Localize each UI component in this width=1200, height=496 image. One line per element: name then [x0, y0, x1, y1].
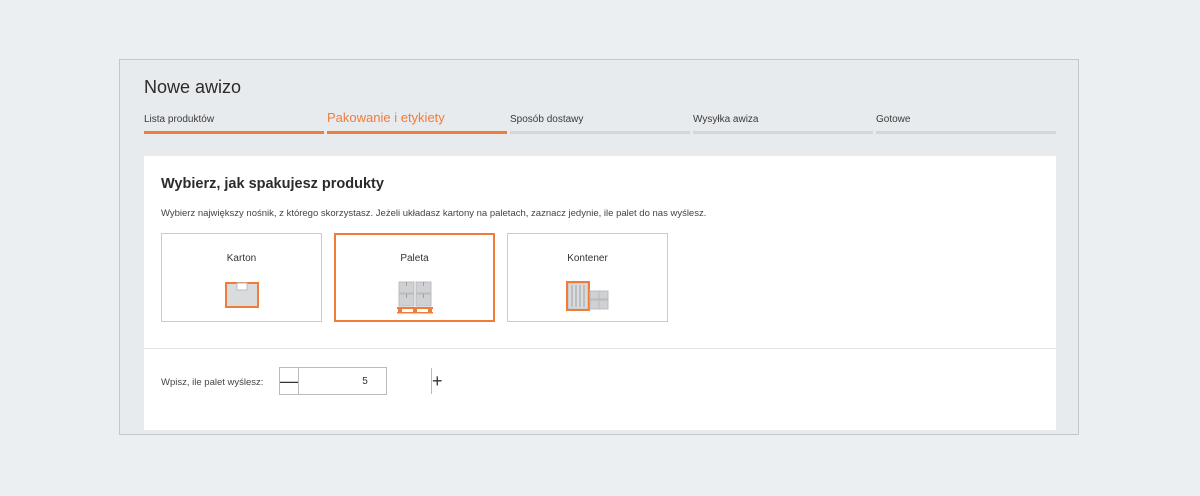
step-done[interactable]: Gotowe: [876, 106, 1056, 134]
option-box[interactable]: Karton: [161, 233, 322, 322]
pallet-count-label: Wpisz, ile palet wyślesz:: [161, 377, 264, 388]
pallet-quantity-input[interactable]: [299, 368, 431, 394]
option-label: Paleta: [400, 253, 429, 264]
section-description: Wybierz największy nośnik, z którego sko…: [161, 208, 707, 219]
section-heading: Wybierz, jak spakujesz produkty: [161, 176, 384, 192]
advice-form-window: Nowe awizo Lista produktów Pakowanie i e…: [119, 59, 1079, 435]
step-label: Pakowanie i etykiety: [327, 110, 445, 125]
option-container[interactable]: Kontener: [507, 233, 668, 322]
option-label: Karton: [226, 253, 257, 264]
minus-icon: —: [280, 370, 298, 391]
page-title: Nowe awizo: [144, 77, 242, 97]
step-delivery-method[interactable]: Sposób dostawy: [510, 106, 690, 134]
section-divider: [144, 348, 1056, 349]
box-icon: [224, 281, 260, 314]
option-label: Kontener: [567, 253, 608, 264]
step-advice-dispatch[interactable]: Wysyłka awiza: [693, 106, 873, 134]
packaging-panel: Wybierz, jak spakujesz produkty Wybierz …: [144, 156, 1056, 430]
step-product-list[interactable]: Lista produktów: [144, 106, 324, 134]
step-packaging-labels[interactable]: Pakowanie i etykiety: [327, 106, 507, 134]
plus-icon: +: [432, 370, 443, 391]
option-pallet[interactable]: Paleta: [334, 233, 495, 322]
step-label: Gotowe: [876, 114, 911, 125]
step-label: Lista produktów: [144, 114, 215, 125]
pallet-icon: [396, 280, 434, 319]
pallet-quantity-stepper: — +: [279, 367, 443, 395]
step-label: Sposób dostawy: [510, 114, 584, 125]
container-icon: [565, 281, 610, 316]
decrement-button[interactable]: —: [280, 368, 299, 394]
increment-button[interactable]: +: [431, 368, 443, 394]
step-label: Wysyłka awiza: [693, 114, 759, 125]
